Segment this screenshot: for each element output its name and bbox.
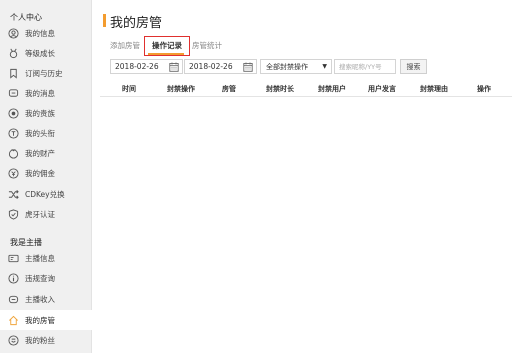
search-button[interactable]: 搜索	[400, 59, 427, 74]
sidebar-section-title-streamer: 我是主播	[10, 238, 42, 247]
column-header-ban-action: 封禁操作	[167, 85, 195, 93]
sidebar-item-subscriptions[interactable]: 订阅与历史	[0, 63, 92, 83]
page-title: 我的房管	[110, 16, 163, 31]
main-content: 我的房管 添加房管 操作记录 房管统计 2018-02-26 2018-02-2…	[100, 0, 516, 353]
sidebar-item-label: 我的佣金	[25, 168, 55, 178]
tab-operation-log[interactable]: 操作记录	[152, 40, 182, 51]
sidebar-item-label: 我的粉丝	[25, 335, 55, 345]
calendar-icon[interactable]	[169, 62, 179, 72]
table-header: 时间 封禁操作 房管 封禁时长 封禁用户 用户发言 封禁理由 操作	[100, 80, 512, 97]
tab-manager-stats[interactable]: 房管统计	[192, 40, 222, 51]
medal-icon	[8, 48, 19, 59]
sidebar-item-commission[interactable]: 我的佣金	[0, 163, 92, 183]
title-accent-bar	[103, 14, 106, 27]
end-date-field[interactable]: 2018-02-26	[184, 59, 257, 74]
user-icon	[8, 27, 19, 39]
home-icon	[8, 315, 19, 326]
column-header-actions: 操作	[477, 85, 491, 93]
sidebar-section-title-personal: 个人中心	[10, 13, 42, 22]
id-card-icon	[8, 253, 19, 264]
sidebar-item-label: 我的财产	[25, 148, 55, 158]
fan-badge-icon	[8, 334, 19, 346]
sidebar-item-label: 我的消息	[25, 88, 55, 98]
income-icon	[8, 294, 19, 305]
sidebar-item-cdkey[interactable]: CDKey兑换	[0, 184, 92, 204]
active-tab-underline	[148, 53, 184, 55]
ban-action-select[interactable]: 全部封禁操作 ▼	[260, 59, 332, 74]
sidebar-item-label: CDKey兑换	[25, 189, 65, 199]
sidebar-item-streamer-info[interactable]: 主播信息	[0, 248, 92, 268]
sidebar-item-room-managers[interactable]: 我的房管	[0, 310, 92, 330]
wallet-icon	[8, 148, 19, 159]
column-header-ban-reason: 封禁理由	[420, 85, 448, 93]
start-date-value: 2018-02-26	[115, 62, 159, 71]
coin-icon	[8, 167, 19, 179]
end-date-value: 2018-02-26	[189, 62, 233, 71]
sidebar-item-label: 违规查询	[25, 273, 55, 283]
sidebar-item-violations[interactable]: 违规查询	[0, 268, 92, 288]
start-date-field[interactable]: 2018-02-26	[110, 59, 183, 74]
sidebar-item-verification[interactable]: 虎牙认证	[0, 204, 92, 224]
crown-icon	[8, 107, 19, 119]
sidebar-item-label: 虎牙认证	[25, 209, 55, 219]
column-header-banned-user: 封禁用户	[318, 85, 346, 93]
sidebar-item-income[interactable]: 主播收入	[0, 289, 92, 309]
column-header-manager: 房管	[222, 85, 236, 93]
sidebar-item-fans[interactable]: 我的粉丝	[0, 330, 92, 350]
sidebar-item-nobility[interactable]: 我的贵族	[0, 103, 92, 123]
sidebar-item-label: 我的头衔	[25, 128, 55, 138]
sidebar-item-my-info[interactable]: 我的信息	[0, 23, 92, 43]
sidebar-item-label: 主播信息	[25, 253, 55, 263]
ban-action-select-value: 全部封禁操作	[266, 62, 308, 71]
sidebar-item-level[interactable]: 等级成长	[0, 43, 92, 63]
sidebar-item-messages[interactable]: 我的消息	[0, 83, 92, 103]
sidebar-item-label: 我的贵族	[25, 108, 55, 118]
tab-add-manager[interactable]: 添加房管	[110, 40, 140, 51]
caret-down-icon: ▼	[322, 63, 327, 70]
sidebar-item-label: 等级成长	[25, 48, 55, 58]
column-header-ban-duration: 封禁时长	[266, 85, 294, 93]
sidebar: 个人中心 我的信息 等级成长 订阅与历史 我的消息 我的贵族 我的头衔 我的财产…	[0, 0, 92, 353]
shield-check-icon	[8, 208, 19, 220]
search-input[interactable]	[334, 59, 396, 74]
column-header-time: 时间	[122, 85, 136, 93]
info-icon	[8, 272, 19, 284]
sidebar-item-titles[interactable]: 我的头衔	[0, 123, 92, 143]
title-badge-icon	[8, 127, 19, 139]
sidebar-item-label: 主播收入	[25, 294, 55, 304]
sidebar-item-label: 我的信息	[25, 28, 55, 38]
sidebar-item-label: 订阅与历史	[25, 68, 63, 78]
bookmark-icon	[8, 68, 19, 79]
sidebar-item-assets[interactable]: 我的财产	[0, 143, 92, 163]
sidebar-item-label: 我的房管	[25, 315, 55, 325]
calendar-icon[interactable]	[243, 62, 253, 72]
column-header-user-message: 用户发言	[368, 85, 396, 93]
shuffle-icon	[8, 189, 19, 200]
message-icon	[8, 88, 19, 99]
